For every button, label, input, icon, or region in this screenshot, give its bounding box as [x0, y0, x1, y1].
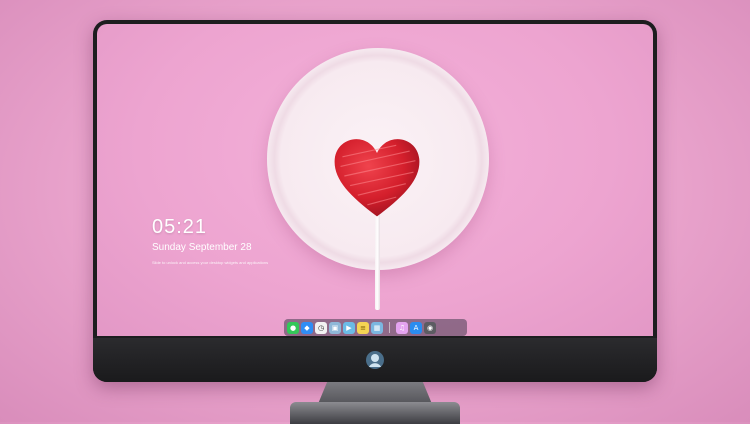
lock-date: Sunday September 28 [152, 242, 252, 253]
lollipop-stick [375, 214, 380, 310]
photos-icon[interactable]: ▦ [371, 321, 383, 334]
messages-icon[interactable]: ● [287, 321, 299, 334]
lock-subtext: Slide to unlock and access your desktop … [152, 260, 269, 265]
monitor-stand-base [290, 402, 460, 424]
movie-icon[interactable]: ▶ [343, 321, 355, 334]
brand-logo-icon [366, 351, 384, 369]
dock-separator [389, 322, 390, 333]
monitor: 05:21 Sunday September 28 Slide to unloc… [93, 20, 657, 382]
desktop-screen: 05:21 Sunday September 28 Slide to unloc… [97, 24, 653, 336]
app-store-icon[interactable]: A [410, 321, 422, 334]
lock-clock: 05:21 [152, 216, 208, 238]
camera-icon[interactable]: ◉ [424, 321, 436, 334]
itunes-icon[interactable]: ♫ [396, 321, 408, 334]
dock: ● ◆ ◷ ▣ ▶ ≡ ▦ ♫ A ◉ [284, 319, 467, 336]
monitor-stand-neck [318, 382, 432, 404]
notes-icon[interactable]: ≡ [357, 321, 369, 334]
finder-icon[interactable]: ◆ [301, 321, 313, 334]
monitor-chin [93, 338, 657, 382]
heart-lollipop-image [334, 139, 420, 217]
clock-app-icon[interactable]: ◷ [315, 321, 327, 334]
preview-icon[interactable]: ▣ [329, 321, 341, 334]
